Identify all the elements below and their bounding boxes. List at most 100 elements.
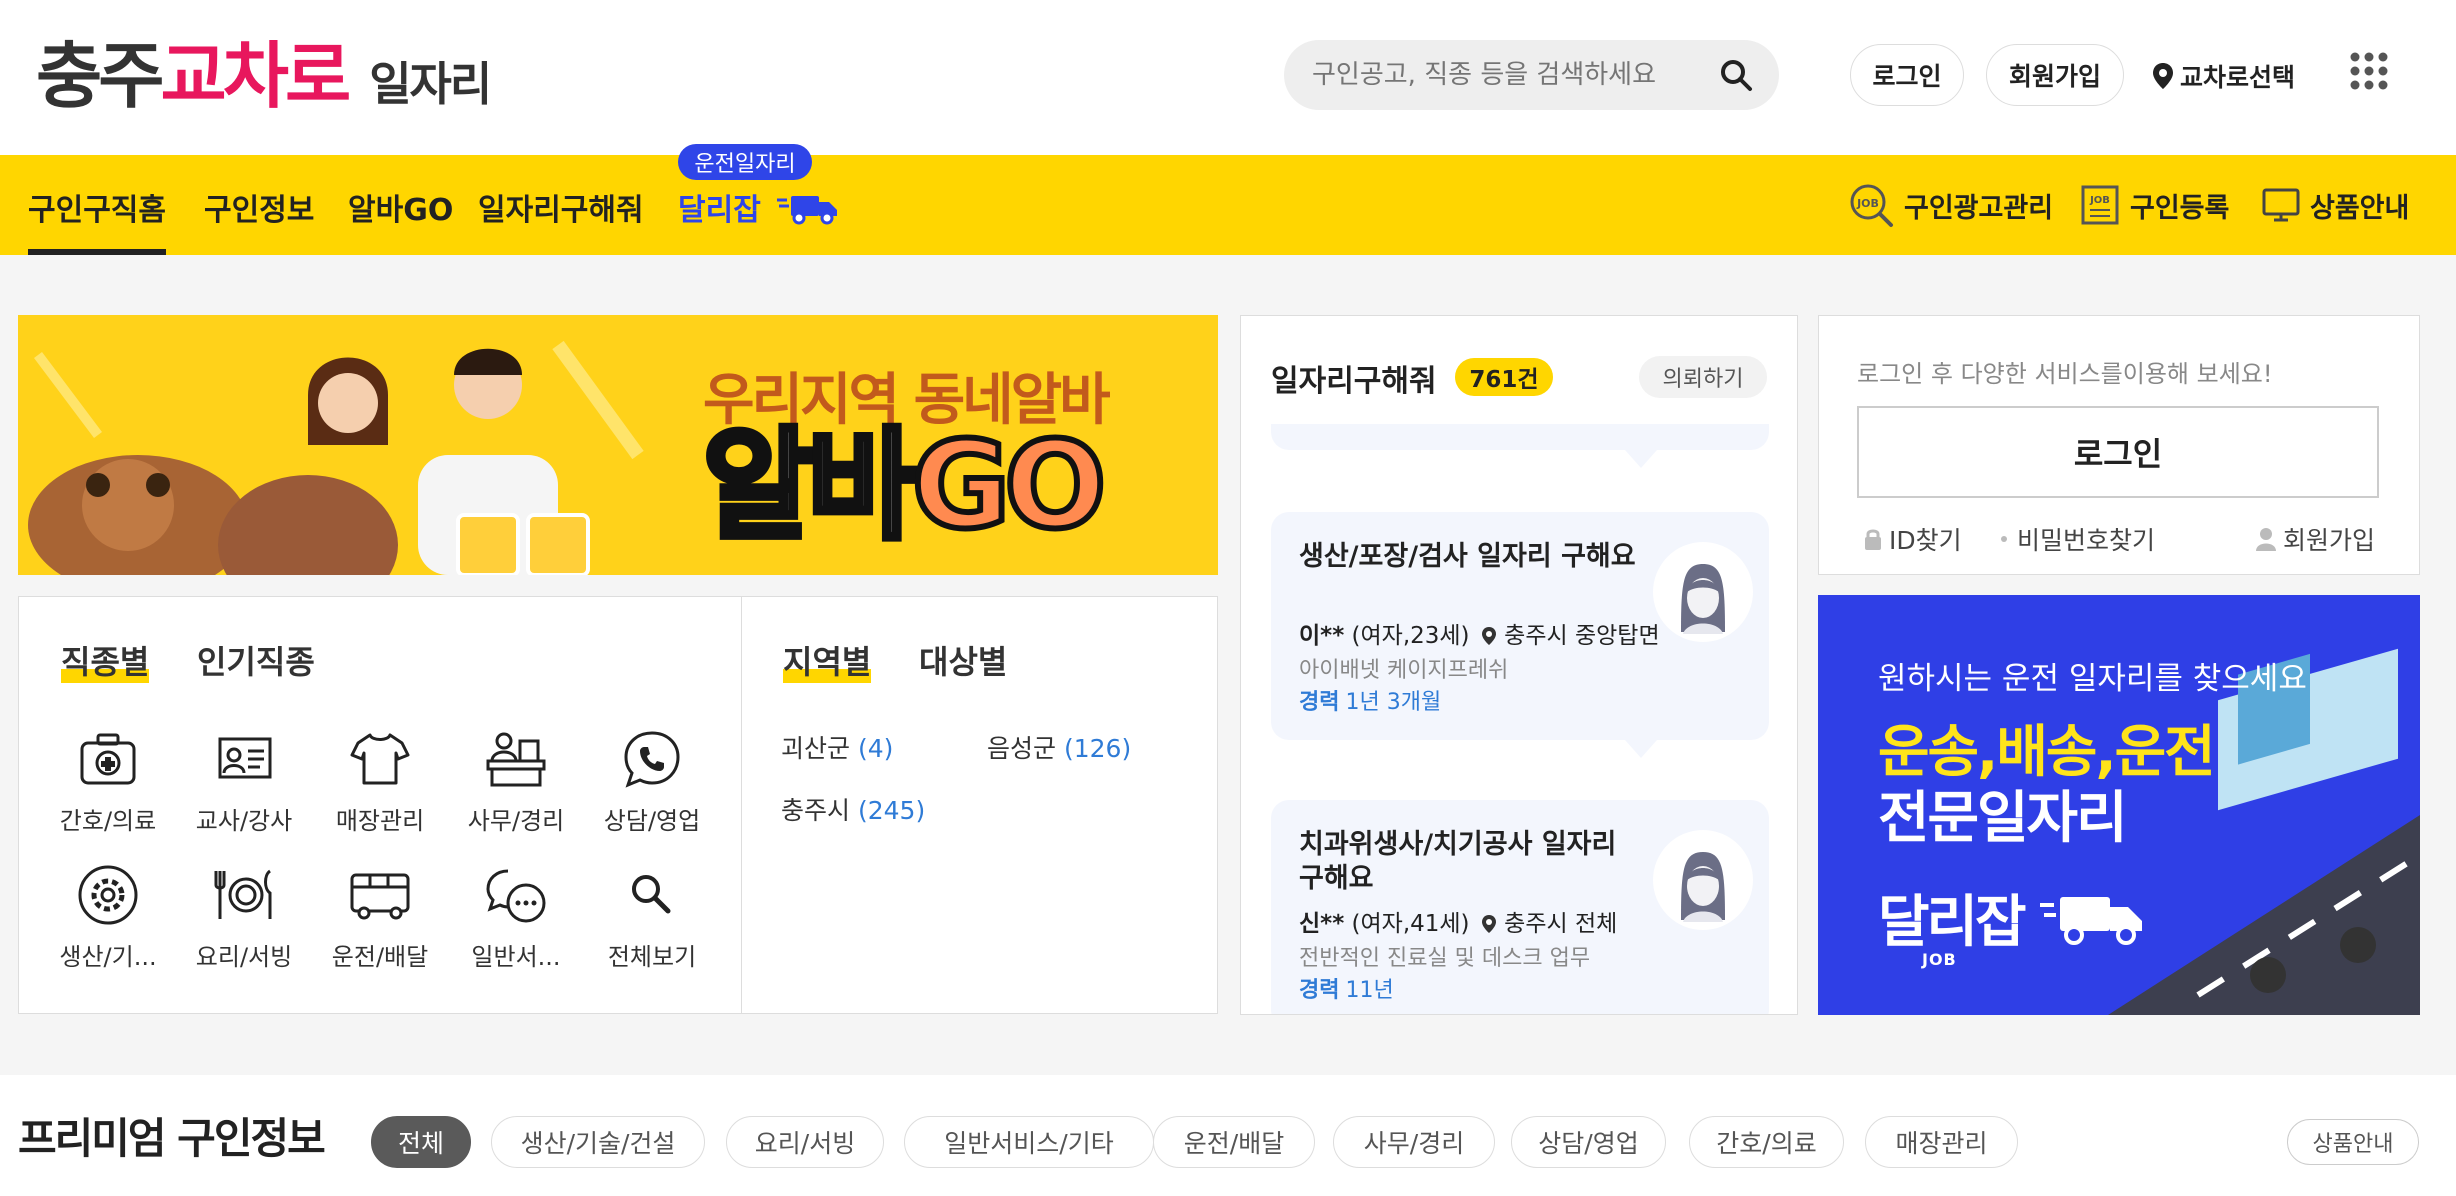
nav-find-me-job[interactable]: 일자리구해줘 [478,185,644,229]
chip-general-service[interactable]: 일반서비스/기타 [904,1116,1154,1168]
chip-nursing[interactable]: 간호/의료 [1689,1116,1844,1168]
category-label: 전체보기 [607,943,697,971]
site-logo[interactable]: 충주 교차로 일자리 [36,32,492,122]
card-person: 이** (여자,23세) 충주시 중앙탑면 [1299,616,1660,650]
login-box: 로그인 후 다양한 서비스를이용해 보세요! 로그인 ID찾기 비밀번호찾기 회… [1818,315,2420,575]
avatar [1653,542,1753,642]
category-label: 간호/의료 [59,807,157,835]
category-view-all[interactable]: 전체보기 [587,863,717,972]
job-request-title: 일자리구해줘 [1271,364,1437,399]
ad-subtitle: 원하시는 운전 일자리를 찾으세요 [1878,661,2307,697]
chip-consulting[interactable]: 상담/영업 [1511,1116,1666,1168]
region-count: (245) [857,796,926,825]
category-store-management[interactable]: 매장관리 [315,727,445,836]
chip-driving[interactable]: 운전/배달 [1153,1116,1315,1168]
request-button[interactable]: 의뢰하기 [1639,356,1767,398]
find-id-label: ID찾기 [1889,526,1962,555]
nav-job-info[interactable]: 구인정보 [204,185,314,229]
chip-production[interactable]: 생산/기술/건설 [491,1116,705,1168]
truck-icon [2040,897,2143,945]
card-description: 전반적인 진료실 및 데스크 업무 [1299,946,1591,971]
premium-product-info-button[interactable]: 상품안내 [2287,1119,2419,1165]
panel-divider [741,597,742,1013]
all-menu-icon[interactable] [2350,52,2388,90]
find-password-link[interactable]: 비밀번호찾기 [1983,521,2155,557]
login-button[interactable]: 로그인 [1850,44,1964,106]
category-general-service[interactable]: 일반서... [451,863,581,972]
card-info: (여자,23세) [1351,623,1470,649]
job-request-card-partial[interactable] [1271,424,1769,450]
logo-jobs: 일자리 [369,57,492,111]
tab-by-job[interactable]: 직종별 [61,637,150,683]
nav-job-register[interactable]: JOB 구인등록 [2080,183,2229,227]
location-pin-icon [2153,63,2173,89]
region-select-label: 교차로선택 [2180,63,2296,92]
nav-albago[interactable]: 알바GO [348,185,453,229]
albago-banner[interactable]: 우리지역 동네알바 알바GO [18,315,1218,575]
ad-brand-name: 달리잡 [1878,890,2027,955]
main-nav: 구인구직홈 구인정보 알바GO 일자리구해줘 달리잡 JOB 구인광고관리 JO… [0,155,2456,255]
card-description: 아이배넷 케이지프레쉬 [1299,658,1509,683]
monitor-icon [2262,188,2300,222]
region-chungju[interactable]: 충주시 (245) [781,791,925,827]
nav-product-info[interactable]: 상품안내 [2262,183,2409,227]
gear-icon [78,865,138,925]
region-eumseong[interactable]: 음성군 (126) [987,729,1131,765]
category-panel: 직종별 인기직종 간호/의료 교사/강사 매장관리 사무/경리 상담/영업 생산… [18,596,1218,1014]
category-production[interactable]: 생산/기... [43,863,173,972]
category-driving-delivery[interactable]: 운전/배달 [315,863,445,972]
office-desk-icon [486,732,546,787]
category-office[interactable]: 사무/경리 [451,727,581,836]
user-avatar-icon [1681,564,1725,634]
truck-icon [777,196,838,225]
region-goesan[interactable]: 괴산군 (4) [781,729,893,765]
region-count: (126) [1063,734,1132,763]
user-icon [2256,528,2276,551]
tab-popular-jobs[interactable]: 인기직종 [197,637,315,683]
chip-store[interactable]: 매장관리 [1865,1116,2018,1168]
tab-by-target[interactable]: 대상별 [919,637,1007,683]
category-teacher[interactable]: 교사/강사 [179,727,309,836]
banner-title-go: GO [909,417,1109,556]
chip-all[interactable]: 전체 [371,1116,471,1168]
location-pin-icon [1481,627,1496,645]
region-select[interactable]: 교차로선택 [2152,56,2295,96]
nav-dallijob-label: 달리잡 [678,193,761,228]
card-name: 신** [1299,911,1345,937]
login-box-button[interactable]: 로그인 [1857,406,2379,498]
header: 충주 교차로 일자리 로그인 회원가입 교차로선택 [0,0,2456,155]
chip-office[interactable]: 사무/경리 [1333,1116,1495,1168]
find-id-link[interactable]: ID찾기 [1863,521,1962,557]
region-name: 충주시 [781,796,851,825]
region-name: 음성군 [987,734,1057,763]
banner-title-alba: 알바 [700,417,921,556]
job-request-card[interactable]: 치과위생사/치기공사 일자리 구해요 신** (여자,41세) 충주시 전체 전… [1271,800,1769,1014]
location-pin-icon [1481,915,1496,933]
card-title: 치과위생사/치기공사 일자리 구해요 [1299,829,1617,894]
dallijob-ad-banner[interactable]: 원하시는 운전 일자리를 찾으세요 운송,배송,운전 전문일자리 달리잡 JOB [1818,595,2420,1015]
ad-brand: 달리잡 JOB [1878,877,2150,969]
chip-cooking[interactable]: 요리/서빙 [726,1116,884,1168]
nav-ad-manage[interactable]: JOB 구인광고관리 [1848,183,2053,227]
login-message: 로그인 후 다양한 서비스를이용해 보세요! [1857,360,2273,388]
logo-brand: 교차로 [160,34,351,118]
job-search-icon: JOB [1850,184,1893,227]
job-request-card[interactable]: 생산/포장/검사 일자리 구해요 이** (여자,23세) 충주시 중앙탑면 아… [1271,512,1769,740]
category-label: 운전/배달 [331,943,429,971]
card-experience-value: 1년 3개월 [1345,690,1442,715]
nav-home[interactable]: 구인구직홈 [28,185,166,255]
card-tail [1625,740,1657,758]
category-cooking-serving[interactable]: 요리/서빙 [179,863,309,972]
login-box-signup-link[interactable]: 회원가입 [2255,521,2375,557]
banner-illustration [28,340,644,575]
nav-dallijob[interactable]: 달리잡 [678,185,841,229]
category-consulting-sales[interactable]: 상담/영업 [587,727,717,836]
ad-title: 전문일자리 [1878,786,2128,851]
tab-by-region[interactable]: 지역별 [783,637,872,683]
region-count: (4) [857,734,894,763]
chat-bubbles-icon [486,869,546,923]
category-nursing[interactable]: 간호/의료 [43,727,173,836]
search-input[interactable] [1312,40,1712,110]
search-icon[interactable] [1719,58,1753,92]
signup-button[interactable]: 회원가입 [1986,44,2124,106]
